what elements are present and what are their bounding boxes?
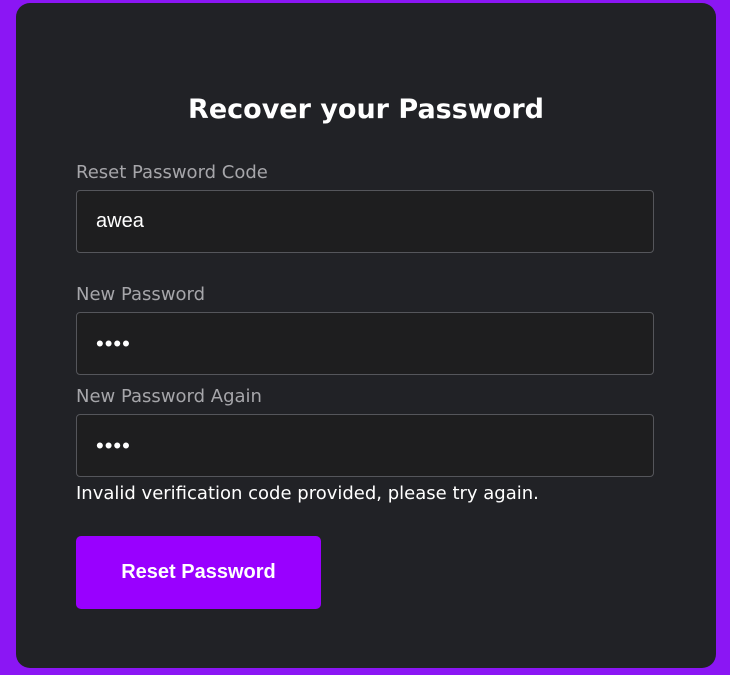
new-password-input[interactable] xyxy=(76,312,654,375)
error-message: Invalid verification code provided, plea… xyxy=(76,483,539,504)
page-title: Recover your Password xyxy=(188,94,544,125)
reset-password-button[interactable]: Reset Password xyxy=(76,536,321,609)
new-password-again-input[interactable] xyxy=(76,414,654,477)
reset-code-input[interactable] xyxy=(76,190,654,253)
recover-password-card: Recover your Password Reset Password Cod… xyxy=(16,3,716,668)
reset-code-label: Reset Password Code xyxy=(76,162,268,183)
new-password-again-label: New Password Again xyxy=(76,386,262,407)
new-password-label: New Password xyxy=(76,284,206,305)
